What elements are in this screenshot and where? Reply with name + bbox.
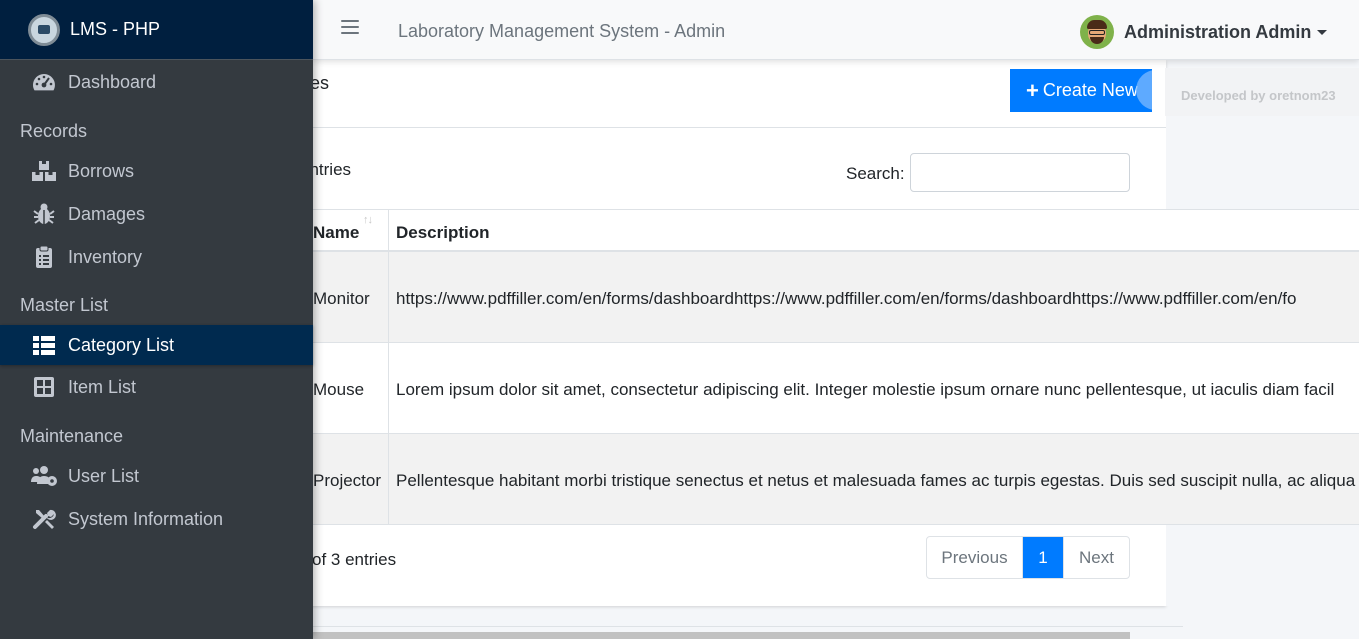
clipboard-list-icon [30, 245, 58, 269]
pagination: Previous 1 Next [926, 536, 1130, 579]
sidebar-item-label: Damages [68, 203, 146, 224]
cell-description: Lorem ipsum dolor sit amet, consectetur … [396, 380, 1335, 399]
th-large-icon [30, 375, 58, 399]
brand-link[interactable]: LMS - PHP [0, 0, 313, 60]
table-info: of 3 entries [312, 550, 397, 569]
table-header: Name ↑↓ Description [313, 210, 1359, 252]
caret-down-icon [1317, 29, 1328, 35]
brand-logo-icon [28, 13, 60, 46]
footer-divider [313, 626, 1183, 627]
avatar [1080, 15, 1114, 49]
user-dropdown[interactable]: Administration Admin [1080, 14, 1328, 50]
sidebar-item-dashboard[interactable]: Dashboard [0, 62, 313, 102]
cell-name: Monitor [313, 289, 370, 308]
sidebar-item-label: User List [68, 465, 140, 486]
column-header-name[interactable]: Name [313, 223, 359, 243]
developer-credit: Developed by oretnom23 [1165, 68, 1359, 116]
table-row: Projector Pellentesque habitant morbi tr… [313, 434, 1359, 525]
cell-description: https://www.pdffiller.com/en/forms/dashb… [396, 289, 1297, 308]
sidebar-item-label: Borrows [68, 160, 135, 181]
table-row: Mouse Lorem ipsum dolor sit amet, consec… [313, 343, 1359, 434]
card-header: es + Create New [170, 60, 1166, 128]
page-1-button[interactable]: 1 [1023, 537, 1063, 578]
tools-icon [30, 507, 58, 531]
sidebar-item-category-list[interactable]: Category List [0, 325, 313, 365]
column-divider [388, 210, 389, 525]
cell-name: Projector [313, 471, 382, 490]
sidebar: LMS - PHP Dashboard Records Borrows Dama… [0, 0, 313, 639]
sidebar-item-item-list[interactable]: Item List [0, 367, 313, 407]
users-cog-icon [30, 464, 58, 488]
column-header-description[interactable]: Description [396, 223, 490, 243]
boxes-icon [30, 159, 58, 183]
sidebar-item-inventory[interactable]: Inventory [0, 237, 313, 277]
records-header: Records [20, 121, 88, 141]
sidebar-item-label: System Information [68, 508, 224, 529]
bug-icon [30, 202, 58, 226]
search-input[interactable] [910, 153, 1130, 192]
sidebar-item-damages[interactable]: Damages [0, 194, 313, 234]
th-list-icon [30, 333, 58, 357]
next-page-button[interactable]: Next [1063, 537, 1129, 578]
sidebar-item-label: Dashboard [68, 71, 157, 92]
sort-icon: ↑↓ [363, 214, 373, 226]
table-row: Monitor https://www.pdffiller.com/en/for… [313, 252, 1359, 343]
ripple-effect [1136, 70, 1152, 110]
search-label: Search: [846, 164, 905, 183]
cell-name: Mouse [313, 380, 365, 399]
sidebar-item-borrows[interactable]: Borrows [0, 151, 313, 191]
brand-text: LMS - PHP [70, 19, 161, 39]
cell-description: Pellentesque habitant morbi tristique se… [396, 471, 1356, 490]
tachometer-icon [30, 70, 58, 94]
sidebar-item-label: Inventory [68, 246, 143, 267]
plus-icon: + [1026, 77, 1039, 103]
sidebar-item-label: Item List [68, 376, 137, 397]
category-table: Name ↑↓ Description Monitor https://www.… [313, 209, 1359, 525]
master-list-header: Master List [20, 295, 109, 315]
previous-page-button[interactable]: Previous [927, 537, 1023, 578]
user-name: Administration Admin [1124, 21, 1312, 42]
create-new-button[interactable]: + Create New [1010, 69, 1152, 112]
sidebar-item-system-information[interactable]: System Information [0, 499, 313, 539]
top-navbar: Laboratory Management System - Admin Adm… [313, 0, 1359, 60]
maintenance-header: Maintenance [20, 426, 124, 446]
sidebar-item-user-list[interactable]: User List [0, 456, 313, 496]
sidebar-item-label: Category List [68, 334, 175, 355]
navbar-title: Laboratory Management System - Admin [398, 21, 726, 41]
create-new-label: Create New [1042, 80, 1138, 100]
hamburger-menu-icon[interactable] [341, 20, 359, 38]
